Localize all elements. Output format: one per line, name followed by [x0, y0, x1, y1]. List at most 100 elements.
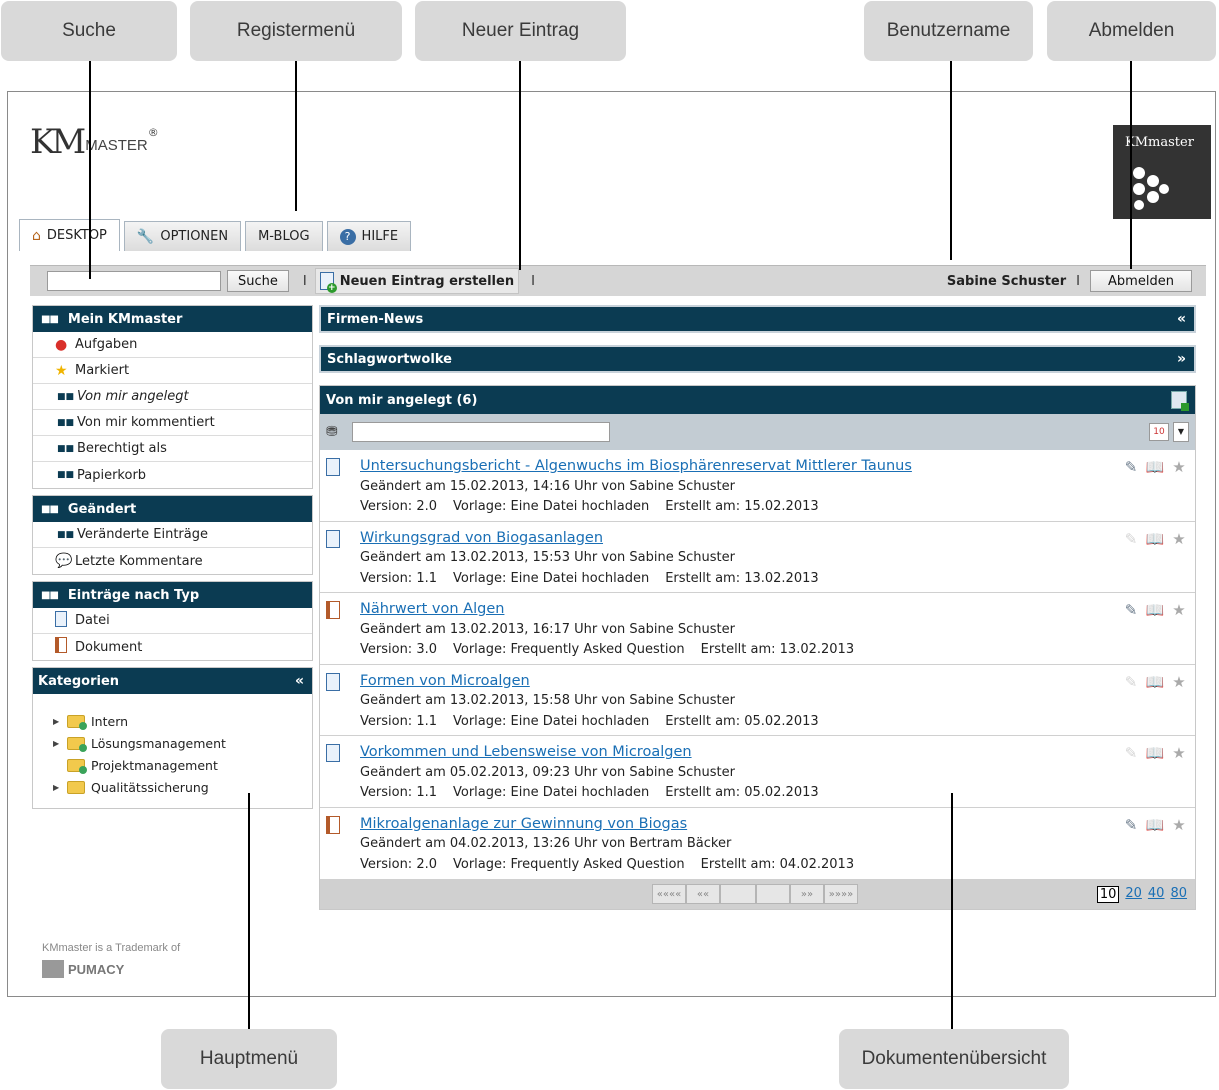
footer-trademark: KMmaster is a Trademark of [42, 942, 181, 954]
calendar-icon[interactable]: 10 [1149, 423, 1169, 441]
collapse-icon[interactable]: « [295, 673, 304, 689]
panel-geaendert: ■■ Geändert ■■ Veränderte Einträge 💬 Let… [32, 495, 313, 575]
tab-optionen[interactable]: 🔧 OPTIONEN [123, 221, 242, 251]
page-size-option[interactable]: 20 [1125, 886, 1142, 903]
expand-icon[interactable]: ▶ [53, 739, 63, 748]
menu-item-berechtigt-als[interactable]: ■■ Berechtigt als [33, 436, 312, 462]
menu-item-label: Papierkorb [77, 467, 147, 483]
tab-desktop[interactable]: ⌂ DESKTOP [19, 219, 120, 251]
entry-changed: Geändert am 04.02.2013, 13:26 Uhr von Be… [360, 836, 732, 851]
page-size-option[interactable]: 80 [1170, 886, 1187, 903]
entry-created: Erstellt am: 15.02.2013 [665, 499, 819, 514]
star-icon[interactable]: ★ [1169, 601, 1189, 664]
star-icon[interactable]: ★ [1169, 673, 1189, 736]
menu-item-label: Von mir angelegt [77, 389, 189, 404]
search-input[interactable] [47, 271, 221, 291]
collapse-icon[interactable]: « [1177, 311, 1186, 327]
main-menu: ■■ Mein KMmaster ● Aufgaben ★ Markiert ■… [32, 305, 313, 815]
bar-schlagwortwolke[interactable]: Schlagwortwolke » [319, 345, 1196, 373]
menu-item-label: Berechtigt als [77, 441, 167, 456]
document-icon [326, 601, 340, 619]
entry-title-link[interactable]: Untersuchungsbericht - Algenwuchs im Bio… [360, 456, 1121, 477]
pager-last-button[interactable]: »»»» [824, 884, 858, 904]
tree-node-intern[interactable]: ▶ Intern [53, 710, 312, 732]
panel-title: Mein KMmaster [67, 311, 183, 327]
list-title: Von mir angelegt (6) [326, 392, 478, 408]
logo-km: KM [30, 122, 86, 162]
tree-node-projektmanagement[interactable]: Projektmanagement [53, 754, 312, 776]
page-size-option[interactable]: 10 [1096, 885, 1120, 903]
logout-button[interactable]: Abmelden [1090, 270, 1192, 292]
menu-item-dokument[interactable]: Dokument [33, 634, 312, 660]
menu-item-papierkorb[interactable]: ■■ Papierkorb [33, 462, 312, 488]
tab-m-blog[interactable]: M-BLOG [245, 221, 323, 251]
menu-item-letzte-kommentare[interactable]: 💬 Letzte Kommentare [33, 548, 312, 574]
filter-input[interactable] [351, 422, 610, 442]
expand-icon[interactable]: ▶ [53, 717, 63, 726]
entry-created: Erstellt am: 05.02.2013 [665, 713, 819, 729]
expand-icon[interactable]: » [1177, 351, 1186, 367]
menu-item-veraenderte-eintraege[interactable]: ■■ Veränderte Einträge [33, 522, 312, 548]
entry-title-link[interactable]: Vorkommen und Lebensweise von Microalgen [360, 742, 1121, 763]
edit-icon[interactable]: ✎ [1121, 816, 1141, 880]
menu-item-von-mir-angelegt[interactable]: ■■ Von mir angelegt [33, 384, 312, 410]
panel-head-kategorien[interactable]: Kategorien « [33, 668, 312, 694]
entry-title-link[interactable]: Wirkungsgrad von Biogasanlagen [360, 528, 1121, 549]
panel-head-geaendert[interactable]: ■■ Geändert [33, 496, 312, 522]
entry-title-link[interactable]: Mikroalgenanlage zur Gewinnung von Bioga… [360, 814, 1121, 835]
pager-prev-button[interactable]: «« [686, 884, 720, 904]
search-button[interactable]: Suche [227, 270, 289, 292]
callout-line-dokumentenuebersicht [951, 793, 953, 1029]
menu-item-markiert[interactable]: ★ Markiert [33, 358, 312, 384]
folder-icon [67, 780, 85, 794]
page-size-option[interactable]: 40 [1148, 886, 1165, 903]
tab-optionen-label: OPTIONEN [160, 229, 229, 244]
tab-desktop-label: DESKTOP [46, 228, 107, 243]
book-icon[interactable]: 📖 [1145, 673, 1165, 736]
edit-icon: ✎ [1124, 672, 1138, 691]
pumacy-logo: PUMACY [42, 960, 180, 978]
folder-icon [67, 736, 87, 752]
file-icon [326, 744, 340, 762]
menu-item-aufgaben[interactable]: ● Aufgaben [33, 332, 312, 358]
panel-von-mir-angelegt: Von mir angelegt (6) ⛃ 10 ▼ Untersuchung… [319, 385, 1196, 910]
pager: «««« «« »» »»»» 10 20 40 80 [320, 879, 1195, 909]
username: Sabine Schuster [946, 273, 1067, 289]
tree-node-qualitaetssicherung[interactable]: ▶ Qualitätssicherung [53, 776, 312, 798]
tab-hilfe[interactable]: ? HILFE [326, 221, 412, 251]
page-size-selector: 10 20 40 80 [1096, 885, 1187, 903]
menu-item-label: Aufgaben [75, 337, 138, 352]
sort-dropdown[interactable]: ▼ [1173, 422, 1189, 442]
menu-item-label: Dokument [75, 639, 143, 655]
star-icon[interactable]: ★ [1169, 458, 1189, 521]
pager-next-button[interactable]: »» [790, 884, 824, 904]
file-icon [55, 610, 75, 631]
star-icon[interactable]: ★ [1169, 744, 1189, 807]
book-icon[interactable]: 📖 [1145, 530, 1165, 593]
pager-buttons: «««« «« »» »»»» [652, 884, 858, 904]
new-entry-button[interactable]: Neuen Eintrag erstellen [314, 268, 520, 294]
file-icon [326, 672, 340, 691]
edit-icon[interactable]: ✎ [1121, 458, 1141, 521]
document-icon [326, 815, 340, 834]
book-icon[interactable]: 📖 [1145, 744, 1165, 807]
bar-firmen-news[interactable]: Firmen-News « [319, 305, 1196, 333]
pager-page-field[interactable] [720, 884, 756, 904]
star-icon[interactable]: ★ [1169, 530, 1189, 593]
pager-first-button[interactable]: «««« [652, 884, 686, 904]
menu-item-von-mir-kommentiert[interactable]: ■■ Von mir kommentiert [33, 410, 312, 436]
entry-title-link[interactable]: Formen von Microalgen [360, 671, 1121, 692]
star-icon[interactable]: ★ [1169, 816, 1189, 880]
export-icon[interactable] [1171, 391, 1189, 411]
menu-item-datei[interactable]: Datei [33, 608, 312, 634]
edit-icon[interactable]: ✎ [1121, 601, 1141, 664]
entry-title-link[interactable]: Nährwert von Algen [360, 599, 1121, 620]
panel-head-mein-kmmaster[interactable]: ■■ Mein KMmaster [33, 306, 312, 332]
pager-page-field[interactable] [756, 884, 790, 904]
tree-node-loesungsmanagement[interactable]: ▶ Lösungsmanagement [53, 732, 312, 754]
toolbar: Suche I Neuen Eintrag erstellen I Sabine… [30, 265, 1206, 296]
file-icon [326, 458, 340, 476]
list-item: Vorkommen und Lebensweise von Microalgen… [320, 736, 1195, 808]
panel-head-eintraege-nach-typ[interactable]: ■■ Einträge nach Typ [33, 582, 312, 608]
expand-icon[interactable]: ▶ [53, 783, 63, 792]
